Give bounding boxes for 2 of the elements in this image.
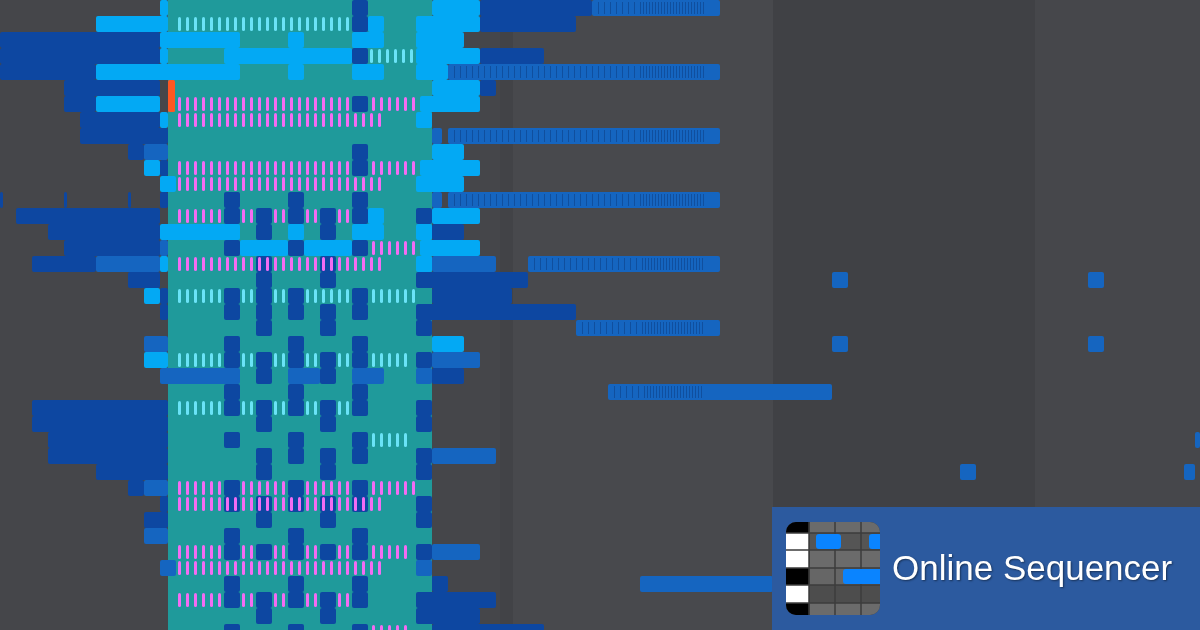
logo-icon	[786, 522, 880, 615]
logo-title: Online Sequencer	[892, 548, 1173, 589]
